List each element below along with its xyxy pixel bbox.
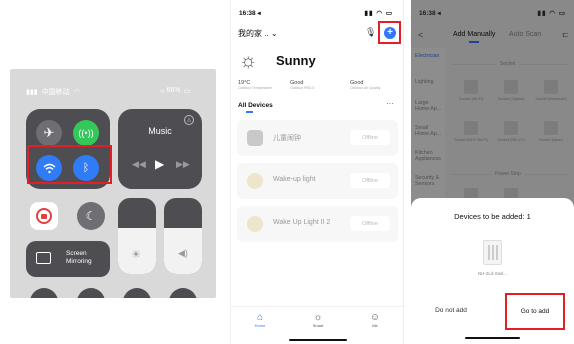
music-label: Music (148, 126, 172, 136)
control-center-panel: ▮▮▮ 中国移动 ◠ ◃ 66% ▭ ✈ ((•)) ᛒ ◬ Music ◀◀ … (10, 69, 216, 298)
device-card[interactable]: Wake-up light Offline (237, 163, 398, 199)
home-indicator (465, 337, 520, 339)
screen-mirroring-label: Screen Mirroring (66, 250, 92, 266)
device-card[interactable]: 儿童闹钟 Offline (237, 120, 398, 156)
orientation-lock-icon (36, 208, 52, 224)
device-status: Offline (350, 130, 390, 145)
orientation-lock-button[interactable] (30, 202, 58, 230)
home-selector[interactable]: 我的家 .. ⌄ (238, 28, 278, 39)
play-icon[interactable]: ▶ (155, 157, 164, 171)
battery-icon: ▭ (183, 88, 191, 95)
airplay-icon[interactable]: ◬ (184, 115, 194, 125)
device-card[interactable]: Wake Up Light II 2 Offline (237, 206, 398, 242)
stat-pm25: Good Outdoor PM2.5 (290, 80, 315, 90)
wifi-bluetooth-highlight (27, 145, 112, 184)
home-icon: ⌂ (256, 312, 264, 323)
status-time: 16:38 ◂ (239, 10, 261, 17)
weather-condition: Sunny (276, 53, 316, 68)
screen-mirroring-tile[interactable]: Screen Mirroring (26, 241, 110, 277)
wake-light-icon (247, 173, 263, 189)
device-status: Offline (350, 216, 390, 231)
tab-smart[interactable]: ☼ Smart (307, 312, 329, 328)
camera-icon[interactable]: ◉ (169, 288, 197, 298)
brightness-slider[interactable]: ☀ (118, 198, 156, 274)
wifi-status-icon: ◠ (73, 89, 80, 96)
tab-me[interactable]: ☺ Me (364, 312, 386, 328)
tab-underline (246, 111, 253, 113)
location-icon: ◃ (160, 88, 164, 95)
microphone-icon[interactable]: 🎙 (365, 27, 376, 38)
wake-light-icon (247, 216, 263, 232)
all-devices-tab[interactable]: All Devices (238, 102, 273, 109)
home-screen-panel: 16:38 ◂ ▮▮ ◠ ▭ 我的家 .. ⌄ 🎙 + ☼ Sunny 19°C… (230, 0, 404, 344)
volume-icon: ◀) (178, 248, 188, 258)
sun-icon: ☼ (313, 312, 323, 323)
forward-icon[interactable]: ▶▶ (176, 159, 190, 170)
add-device-panel: 16:38 ◂ ▮▮ ◠ ▭ < Add Manually Auto Scan … (411, 0, 574, 344)
device-status: Offline (350, 173, 390, 188)
go-to-add-highlight (505, 293, 565, 330)
device-name: Wake Up Light II 2 (273, 219, 331, 226)
flashlight-icon[interactable]: ▮ (30, 288, 58, 298)
dialog-title: Devices to be added: 1 (454, 212, 531, 221)
device-name: Wake-up light (273, 176, 316, 183)
airplane-icon[interactable]: ✈ (36, 120, 62, 146)
sun-weather-icon: ☼ (239, 50, 258, 72)
profile-icon: ☺ (369, 312, 381, 323)
volume-slider[interactable]: ◀) (164, 198, 202, 274)
moon-icon[interactable]: ☾ (77, 202, 105, 230)
rewind-icon[interactable]: ◀◀ (132, 159, 146, 170)
cc-status-right: ◃ 66% ▭ (160, 87, 190, 95)
alarm-clock-icon (247, 130, 263, 146)
do-not-add-button[interactable]: Do not add (423, 307, 479, 314)
more-icon[interactable]: ··· (386, 99, 394, 108)
screen-mirroring-icon (36, 252, 51, 264)
found-device-name: NH-2Ld-Swit... (477, 271, 508, 276)
bottom-tab-bar: ⌂ Home ☼ Smart ☺ Me (231, 306, 403, 344)
battery-label: 66% (166, 87, 181, 94)
switch-device-icon[interactable] (483, 240, 502, 265)
stat-air-quality: Good Outdoor Air Quality (350, 80, 381, 90)
timer-icon[interactable]: ◔ (77, 288, 105, 298)
signal-icon: ▮▮▮ (26, 89, 38, 96)
cc-status-left: ▮▮▮ 中国移动 ◠ (26, 87, 80, 97)
status-icons: ▮▮ ◠ ▭ (364, 10, 393, 17)
add-button-highlight (378, 21, 401, 44)
carrier-label: 中国移动 (41, 89, 70, 96)
tab-home[interactable]: ⌂ Home (249, 312, 271, 328)
brightness-icon: ☀ (131, 249, 141, 261)
home-indicator (289, 339, 347, 341)
calculator-icon[interactable]: ▦ (123, 288, 151, 298)
stat-temperature: 19°C Outdoor Temperature (238, 80, 273, 90)
device-name: 儿童闹钟 (273, 135, 301, 142)
cellular-icon[interactable]: ((•)) (73, 120, 99, 146)
music-tile[interactable]: ◬ Music ◀◀ ▶ ▶▶ (118, 109, 202, 189)
